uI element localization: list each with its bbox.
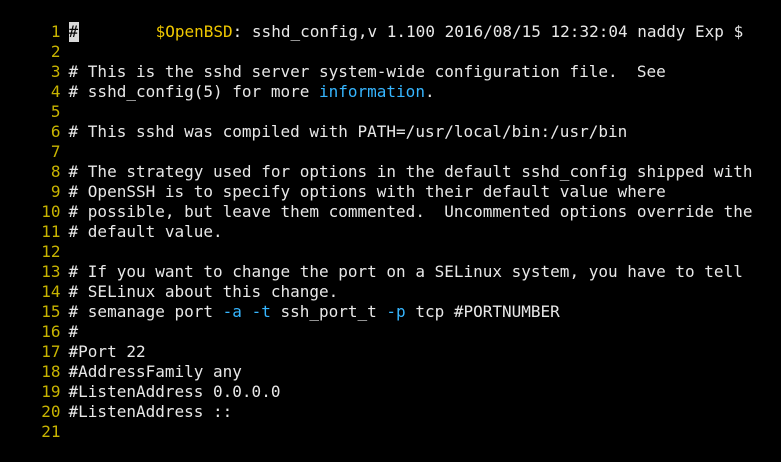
editor-line: 15 # semanage port -a -t ssh_port_t -p tc… — [0, 282, 560, 321]
line-text: # default value. — [68, 222, 223, 241]
editor-line: 21 — [0, 402, 69, 441]
editor-line: 17 #Port 22 — [0, 322, 145, 361]
rcs-keyword: $OpenBSD — [155, 22, 233, 41]
editor-line: 16 # — [0, 302, 78, 341]
sshd-config-editor[interactable]: 1 # $OpenBSD: sshd_config,v 1.100 2016/08… — [0, 0, 781, 441]
line-text: # This sshd was compiled with PATH=/usr/… — [68, 122, 628, 141]
editor-line: 4 # sshd_config(5) for more information. — [0, 62, 435, 101]
editor-line: 7 — [0, 122, 69, 161]
line-text: # sshd_config(5) for more — [68, 82, 319, 101]
editor-line: 14 # SELinux about this change. — [0, 262, 338, 301]
editor-line: 18 #AddressFamily any — [0, 342, 242, 381]
editor-line: 2 — [0, 22, 69, 61]
editor-line: 3 # This is the sshd server system-wide c… — [0, 42, 666, 81]
option-flag: -p — [386, 302, 406, 321]
editor-line: 6 # This sshd was compiled with PATH=/usr… — [0, 102, 627, 141]
editor-line: 20 #ListenAddress :: — [0, 382, 232, 421]
editor-line: 13 # If you want to change the port on a … — [0, 242, 743, 281]
editor-line: 10 # possible, but leave them commented. … — [0, 182, 752, 221]
line-text — [242, 302, 252, 321]
editor-line: 19 #ListenAddress 0.0.0.0 — [0, 362, 280, 401]
editor-line: 1 # $OpenBSD: sshd_config,v 1.100 2016/08… — [0, 2, 743, 42]
line-text: #ListenAddress :: — [68, 402, 233, 421]
editor-line: 12 — [0, 222, 69, 261]
line-text: # semanage port — [68, 302, 223, 321]
editor-line: 8 # The strategy used for options in the … — [0, 142, 753, 181]
line-text: ssh_port_t — [270, 302, 387, 321]
line-text: : sshd_config,v 1.100 2016/08/15 12:32:0… — [232, 22, 744, 41]
editor-line: 9 # OpenSSH is to specify options with th… — [0, 162, 666, 201]
option-flag: -t — [251, 302, 271, 321]
highlighted-word: information — [318, 82, 425, 101]
line-text — [79, 22, 156, 41]
text-cursor: # — [68, 22, 79, 42]
option-flag: -a — [222, 302, 242, 321]
line-number: 21 — [41, 422, 61, 441]
line-text: tcp #PORTNUMBER — [405, 302, 560, 321]
editor-line: 11 # default value. — [0, 202, 222, 241]
editor-line: 5 — [0, 82, 69, 121]
line-text: . — [424, 82, 435, 101]
